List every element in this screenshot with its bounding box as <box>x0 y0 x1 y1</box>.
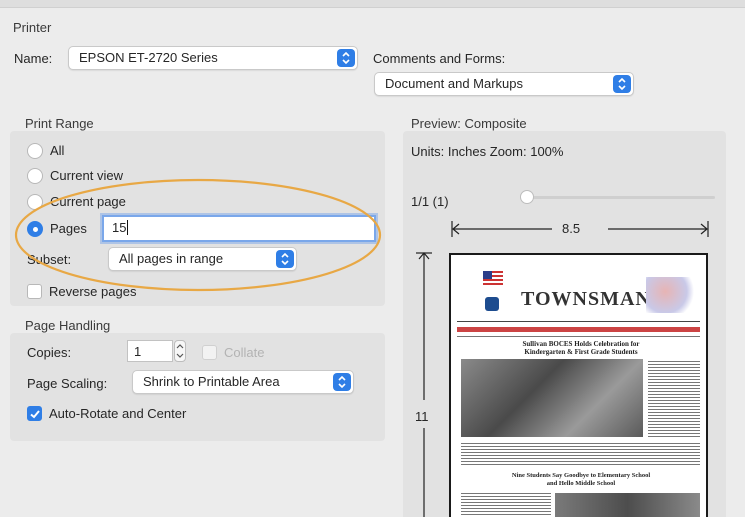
preview-title: Preview: Composite <box>411 116 527 131</box>
units-zoom-label: Units: Inches Zoom: 100% <box>411 144 564 159</box>
headline-1b: Kindergarten & First Grade Students <box>524 348 638 356</box>
copies-value: 1 <box>134 344 142 359</box>
collate-label: Collate <box>224 345 265 360</box>
comments-label: Comments and Forms: <box>373 51 506 66</box>
annotation-ellipse <box>14 178 382 292</box>
comments-forms-value: Document and Markups <box>385 76 524 91</box>
height-dimension-arrow <box>416 252 432 517</box>
flag-canton <box>483 271 492 279</box>
dateline-text <box>457 334 700 338</box>
logo-icon <box>485 297 499 311</box>
article-2-text <box>461 491 551 517</box>
popup-arrows-icon <box>333 373 351 391</box>
radio-all-label: All <box>50 143 65 158</box>
print-range-title: Print Range <box>25 116 94 131</box>
checkmark-icon <box>30 410 40 419</box>
auto-rotate-label: Auto-Rotate and Center <box>49 406 187 421</box>
page-handling-title: Page Handling <box>25 318 111 333</box>
width-dimension-label: 8.5 <box>562 221 581 236</box>
name-label: Name: <box>14 51 53 66</box>
red-strip <box>457 327 700 332</box>
auto-rotate-checkbox[interactable] <box>27 406 42 421</box>
comments-forms-popup[interactable]: Document and Markups <box>374 72 634 96</box>
article-text-column <box>648 359 700 437</box>
page-scaling-popup[interactable]: Shrink to Printable Area <box>132 370 354 394</box>
rule-line <box>457 321 700 322</box>
window-top-edge <box>0 0 745 8</box>
headline-1: Sullivan BOCES Holds Celebration for <box>522 340 640 348</box>
printer-name-value: EPSON ET-2720 Series <box>79 50 218 65</box>
radio-all[interactable] <box>27 143 43 159</box>
page-scaling-label: Page Scaling: <box>27 376 108 391</box>
printer-name-popup[interactable]: EPSON ET-2720 Series <box>68 46 358 70</box>
preview-slider-track[interactable] <box>525 196 715 199</box>
article-text <box>461 441 700 467</box>
copies-field[interactable]: 1 <box>127 340 173 362</box>
headline-2: Nine Students Say Goodbye to Elementary … <box>511 472 651 479</box>
printer-section-title: Printer <box>13 20 52 35</box>
copies-label: Copies: <box>27 345 72 360</box>
copies-stepper[interactable] <box>174 340 186 362</box>
height-dimension-label: 11 <box>415 409 429 424</box>
preview-slider-thumb[interactable] <box>520 190 534 204</box>
headline-2b: and Hello Middle School <box>546 480 616 487</box>
masthead: TOWNSMAN <box>521 288 651 310</box>
decoration-graphic <box>646 277 694 313</box>
stepper-arrows-icon <box>176 344 184 358</box>
collate-checkbox[interactable] <box>202 345 217 360</box>
popup-arrows-icon <box>337 49 355 67</box>
popup-arrows-icon <box>613 75 631 93</box>
preview-page: TOWNSMAN Sullivan BOCES Holds Celebratio… <box>449 253 708 517</box>
page-scaling-value: Shrink to Printable Area <box>143 374 280 389</box>
students-photo <box>555 493 700 517</box>
classroom-photo <box>461 359 643 437</box>
page-indicator: 1/1 (1) <box>411 194 449 209</box>
